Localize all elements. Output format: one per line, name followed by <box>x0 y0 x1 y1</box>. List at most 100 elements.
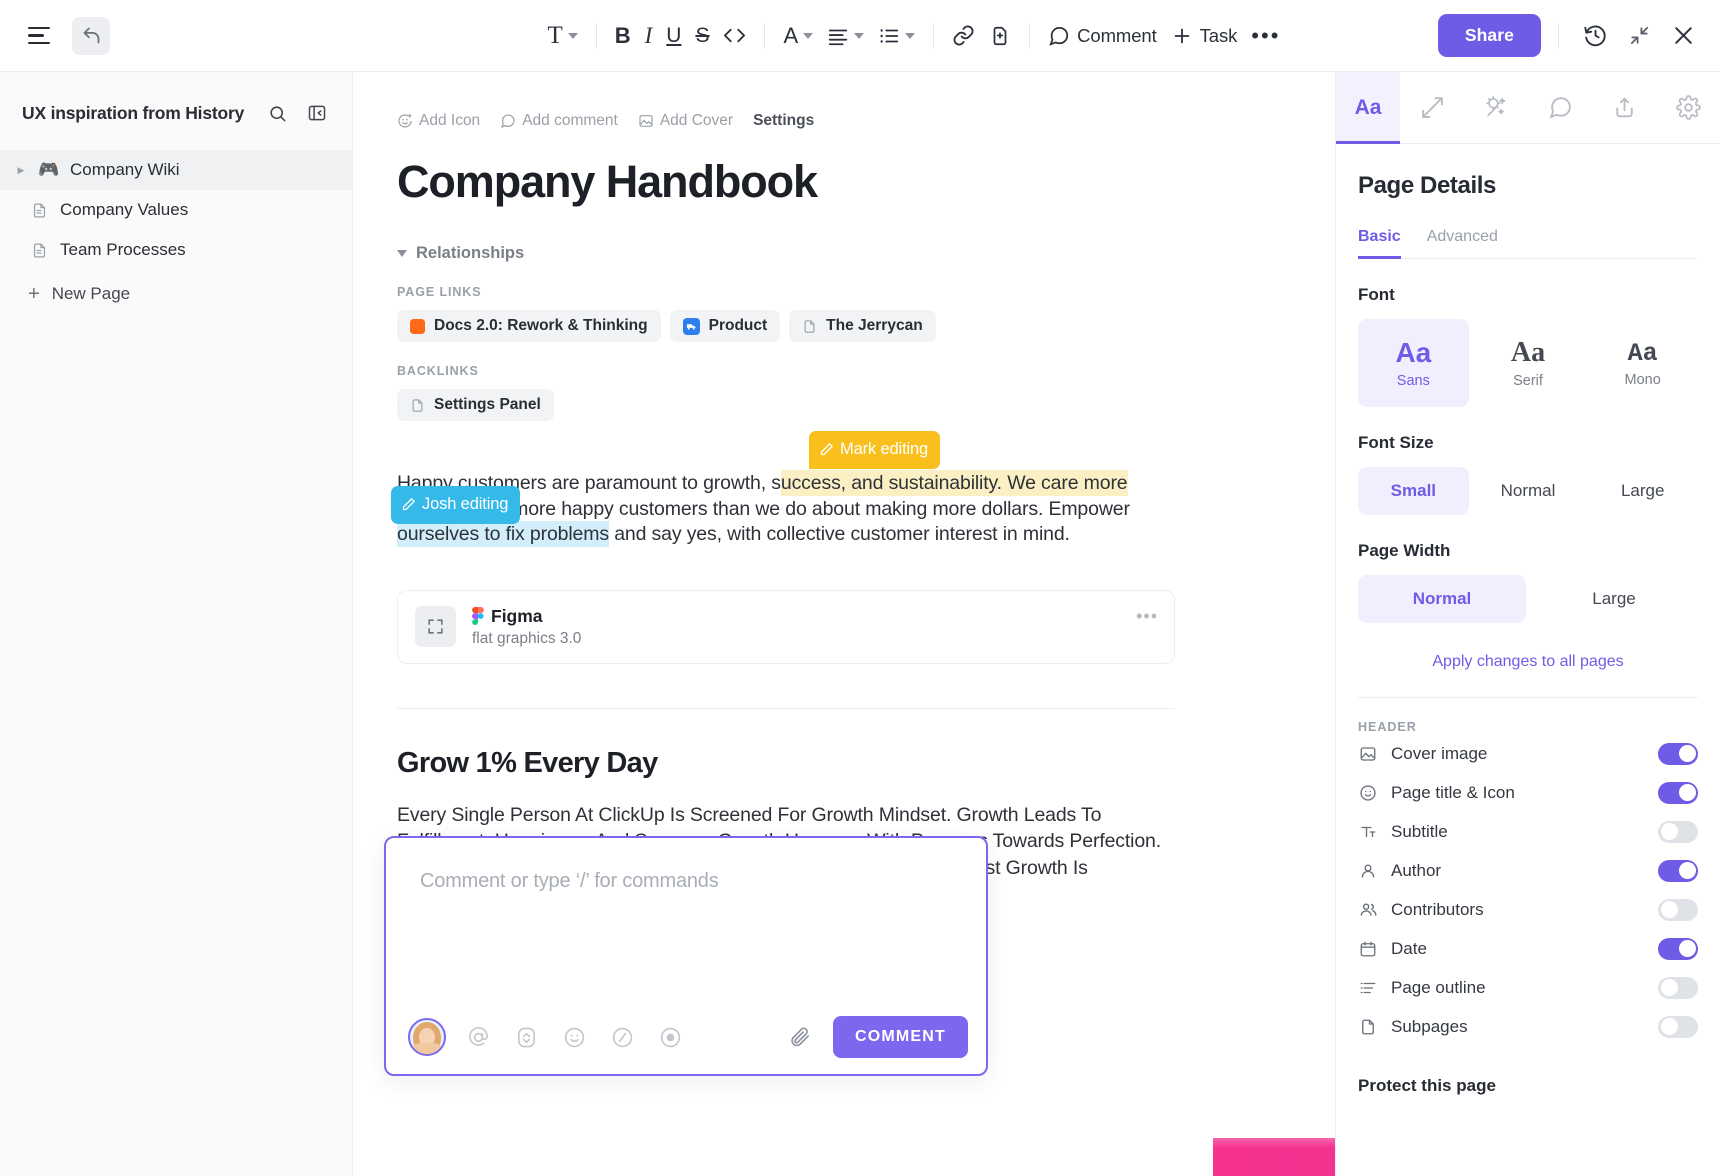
add-cover-button[interactable]: Add Cover <box>638 112 733 130</box>
toggle-page-outline[interactable]: Page outline <box>1358 968 1698 1007</box>
undo-arrow-icon[interactable] <box>72 16 110 55</box>
page-width-normal[interactable]: Normal <box>1358 575 1526 623</box>
comment-input[interactable]: Comment or type ‘/’ for commands <box>386 838 986 893</box>
figma-embed-card[interactable]: Figma flat graphics 3.0 ••• <box>397 589 1175 664</box>
toggle-contributors[interactable]: Contributors <box>1358 890 1698 929</box>
slash-command-icon[interactable] <box>606 1021 638 1053</box>
expand-icon[interactable] <box>415 606 456 647</box>
more-dots-icon[interactable]: ••• <box>1136 606 1158 627</box>
page-link-chip[interactable]: Docs 2.0: Rework & Thinking <box>397 310 661 342</box>
apply-changes-link[interactable]: Apply changes to all pages <box>1358 653 1698 671</box>
subtab-advanced[interactable]: Advanced <box>1427 228 1498 258</box>
font-option-sans[interactable]: Aa Sans <box>1358 319 1469 407</box>
paragraph-customers[interactable]: Mark editing Josh editing Happy customer… <box>391 431 1167 548</box>
toggle-switch[interactable] <box>1658 937 1698 960</box>
add-icon-label: Add Icon <box>419 112 481 129</box>
paperclip-icon[interactable] <box>785 1021 817 1053</box>
comment-icon <box>1548 97 1571 119</box>
font-caption: Serif <box>1513 373 1543 389</box>
relationships-label: Relationships <box>416 244 525 262</box>
toggle-page-title-icon[interactable]: Page title & Icon <box>1358 773 1698 812</box>
hamburger-menu-icon[interactable] <box>20 17 58 55</box>
sidebar-item-company-wiki[interactable]: ▶ 🎮 Company Wiki <box>0 150 352 190</box>
page-link-chip[interactable]: The Jerrycan <box>789 310 936 342</box>
collapse-icon[interactable] <box>1620 17 1658 55</box>
toggle-switch[interactable] <box>1658 742 1698 765</box>
comment-button[interactable]: Comment <box>1041 16 1164 56</box>
code-button[interactable] <box>716 16 753 56</box>
task-button[interactable]: Task <box>1164 16 1245 56</box>
italic-button[interactable]: I <box>638 16 660 56</box>
backlink-chip[interactable]: Settings Panel <box>397 389 554 421</box>
collapse-triangle-icon[interactable] <box>397 250 407 257</box>
new-page-button[interactable]: + New Page <box>0 274 352 314</box>
strikethrough-button[interactable]: S <box>688 16 716 56</box>
underline-button[interactable]: U <box>659 16 688 56</box>
page-width-large[interactable]: Large <box>1530 575 1698 623</box>
text-style-button[interactable]: T <box>540 16 584 56</box>
text-color-button[interactable]: A <box>776 16 820 56</box>
protect-page-label[interactable]: Protect this page <box>1358 1076 1698 1096</box>
link-button[interactable] <box>945 16 982 56</box>
tab-ai[interactable] <box>1464 72 1528 143</box>
relationships-header[interactable]: Relationships <box>397 244 1213 263</box>
page-width-label: Page Width <box>1358 541 1451 560</box>
toggle-date[interactable]: Date <box>1358 929 1698 968</box>
toggle-cover-image[interactable]: Cover image <box>1358 734 1698 773</box>
chip-label: Docs 2.0: Rework & Thinking <box>434 317 648 334</box>
mention-icon[interactable] <box>462 1021 494 1053</box>
tab-relationships[interactable] <box>1400 72 1464 143</box>
emoji-icon[interactable] <box>558 1021 590 1053</box>
submit-comment-button[interactable]: COMMENT <box>832 1016 968 1058</box>
page-add-button[interactable] <box>982 16 1018 56</box>
subtab-basic[interactable]: Basic <box>1358 228 1401 259</box>
toggle-switch[interactable] <box>1658 859 1698 882</box>
tab-formatting[interactable]: Aa <box>1336 72 1400 144</box>
add-icon-button[interactable]: Add Icon <box>397 112 480 130</box>
add-comment-button[interactable]: Add comment <box>500 112 618 130</box>
toggle-subpages[interactable]: Subpages <box>1358 1007 1698 1046</box>
toolbar-left-group <box>0 16 390 55</box>
sidebar-item-company-values[interactable]: Company Values <box>0 190 352 230</box>
more-options-button[interactable]: ••• <box>1244 16 1287 56</box>
font-option-mono[interactable]: Aa Mono <box>1587 319 1698 407</box>
tab-share[interactable] <box>1592 72 1656 143</box>
record-icon[interactable] <box>654 1021 686 1053</box>
bold-button[interactable]: B <box>608 16 638 56</box>
font-size-normal[interactable]: Normal <box>1473 467 1584 515</box>
priority-icon[interactable] <box>510 1021 542 1053</box>
chevron-down-icon <box>567 32 578 39</box>
search-icon[interactable] <box>262 98 292 128</box>
list-button[interactable] <box>871 16 922 56</box>
chip-label: Settings Panel <box>434 396 541 413</box>
comment-composer[interactable]: Comment or type ‘/’ for commands COMMENT <box>384 836 988 1076</box>
mark-editing-badge: Mark editing <box>809 431 941 469</box>
toggle-switch[interactable] <box>1658 820 1698 843</box>
align-button[interactable] <box>820 16 871 56</box>
toggle-author[interactable]: Author <box>1358 851 1698 890</box>
user-avatar[interactable] <box>408 1018 446 1056</box>
section-heading[interactable]: Grow 1% Every Day <box>397 747 1213 780</box>
font-size-label: Font Size <box>1358 433 1434 452</box>
gamepad-emoji-icon: 🎮 <box>38 160 60 179</box>
tab-comments[interactable] <box>1528 72 1592 143</box>
toggle-switch[interactable] <box>1658 898 1698 921</box>
page-settings-button[interactable]: Settings <box>753 112 814 130</box>
toggle-subtitle[interactable]: Subtitle <box>1358 812 1698 851</box>
page-title[interactable]: Company Handbook <box>397 156 1213 208</box>
panel-collapse-icon[interactable] <box>302 98 332 128</box>
share-button[interactable]: Share <box>1437 14 1541 57</box>
page-link-chip[interactable]: Product <box>669 310 781 342</box>
toggle-switch[interactable] <box>1658 1015 1698 1038</box>
toggle-switch[interactable] <box>1658 781 1698 804</box>
font-option-serif[interactable]: Aa Serif <box>1473 319 1584 407</box>
expand-triangle-icon[interactable]: ▶ <box>14 165 28 176</box>
font-size-large[interactable]: Large <box>1587 467 1698 515</box>
history-icon[interactable] <box>1576 17 1614 55</box>
tab-settings[interactable] <box>1656 72 1720 143</box>
font-size-small[interactable]: Small <box>1358 467 1469 515</box>
close-icon[interactable] <box>1664 17 1702 55</box>
sidebar-item-team-processes[interactable]: Team Processes <box>0 230 352 270</box>
font-section-label: Font <box>1358 285 1395 304</box>
toggle-switch[interactable] <box>1658 976 1698 999</box>
